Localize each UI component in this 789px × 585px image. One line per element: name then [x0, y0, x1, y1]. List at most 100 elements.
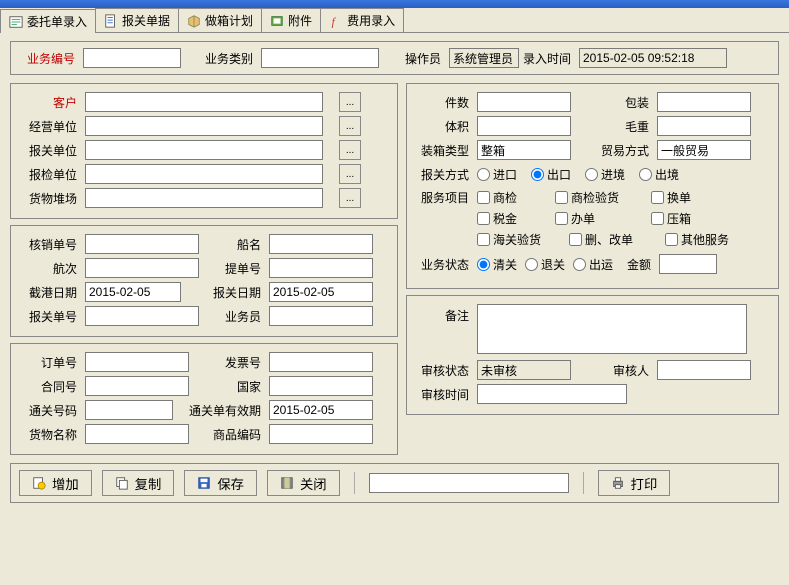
bl-no-input[interactable] [269, 258, 373, 278]
declare-no-input[interactable] [85, 306, 199, 326]
cutoff-date-input[interactable] [85, 282, 181, 302]
contract-no-label: 合同号 [19, 378, 81, 395]
order-no-input[interactable] [85, 352, 189, 372]
toolbar-separator [583, 472, 584, 494]
close-icon [280, 476, 294, 490]
package-input[interactable] [657, 92, 751, 112]
declare-date-input[interactable] [269, 282, 373, 302]
copy-icon [115, 476, 129, 490]
declare-date-label: 报关日期 [185, 284, 265, 301]
contract-no-input[interactable] [85, 376, 189, 396]
clearance-no-input[interactable] [85, 400, 173, 420]
print-button[interactable]: 打印 [598, 470, 671, 496]
service-commodity-check[interactable]: 商检验货 [555, 189, 637, 206]
audit-time-label: 审核时间 [415, 386, 473, 403]
pieces-input[interactable] [477, 92, 571, 112]
invoice-no-input[interactable] [269, 352, 373, 372]
save-button[interactable]: 保存 [184, 470, 257, 496]
header-strip: 业务编号 业务类别 操作员 系统管理员 录入时间 2015-02-05 09:5… [10, 41, 779, 75]
service-label: 服务项目 [415, 189, 473, 206]
bl-no-label: 提单号 [203, 260, 265, 277]
shipping-group: 核销单号 船名 航次 提单号 截港日期 报关日期 [10, 225, 398, 337]
remark-input[interactable] [477, 304, 747, 354]
package-label: 包装 [575, 94, 653, 111]
service-tax[interactable]: 税金 [477, 210, 541, 227]
close-button[interactable]: 关闭 [267, 470, 340, 496]
container-type-label: 装箱类型 [415, 142, 473, 159]
clearance-valid-input[interactable] [269, 400, 373, 420]
tab-attachment[interactable]: 附件 [261, 8, 321, 32]
container-type-input[interactable] [477, 140, 571, 160]
country-input[interactable] [269, 376, 373, 396]
service-commodity-inspect[interactable]: 商检 [477, 189, 541, 206]
toolbar-separator [354, 472, 355, 494]
customer-label: 客户 [19, 94, 81, 111]
biz-no-input[interactable] [83, 48, 181, 68]
hs-code-input[interactable] [269, 424, 373, 444]
declare-mode-import[interactable]: 进口 [477, 166, 517, 183]
amount-input[interactable] [659, 254, 717, 274]
operating-unit-lookup[interactable]: ... [339, 116, 361, 136]
service-exchange[interactable]: 换单 [651, 189, 691, 206]
operator-label: 操作员 [383, 50, 445, 67]
tab-container-plan[interactable]: 做箱计划 [178, 8, 262, 32]
biz-status-ship[interactable]: 出运 [573, 256, 613, 273]
biz-status-return[interactable]: 退关 [525, 256, 565, 273]
tabbar: 委托单录入 报关单据 做箱计划 附件 f 费用录入 [0, 8, 789, 33]
goods-name-input[interactable] [85, 424, 189, 444]
biz-status-label: 业务状态 [415, 256, 473, 273]
operating-unit-input[interactable] [85, 116, 323, 136]
declare-no-label: 报关单号 [19, 308, 81, 325]
service-other[interactable]: 其他服务 [665, 231, 729, 248]
cargo-yard-input[interactable] [85, 188, 323, 208]
clerk-input[interactable] [269, 306, 373, 326]
inspect-unit-lookup[interactable]: ... [339, 164, 361, 184]
declare-mode-export[interactable]: 出口 [531, 166, 571, 183]
doc-icon [104, 14, 118, 28]
service-press-box[interactable]: 压箱 [651, 210, 691, 227]
tab-fee-entry[interactable]: f 费用录入 [320, 8, 404, 32]
cargo-yard-lookup[interactable]: ... [339, 188, 361, 208]
cargo-group: 件数 包装 体积 毛重 装箱类型 贸易方式 [406, 83, 779, 289]
customer-input[interactable] [85, 92, 323, 112]
save-icon [197, 476, 211, 490]
copy-button[interactable]: 复制 [102, 470, 175, 496]
customer-lookup[interactable]: ... [339, 92, 361, 112]
toolbar-search-input[interactable] [369, 473, 569, 493]
biz-no-label: 业务编号 [19, 50, 79, 67]
customs-unit-input[interactable] [85, 140, 323, 160]
verify-no-input[interactable] [85, 234, 199, 254]
voyage-input[interactable] [85, 258, 199, 278]
tab-customs-doc[interactable]: 报关单据 [95, 8, 179, 32]
audit-time-input[interactable] [477, 384, 627, 404]
operator-value: 系统管理员 [449, 48, 519, 68]
inspect-unit-input[interactable] [85, 164, 323, 184]
goods-name-label: 货物名称 [19, 426, 81, 443]
customs-unit-lookup[interactable]: ... [339, 140, 361, 160]
tab-label: 做箱计划 [205, 12, 253, 29]
declare-mode-inbound[interactable]: 进境 [585, 166, 625, 183]
ship-name-input[interactable] [269, 234, 373, 254]
entry-time-value: 2015-02-05 09:52:18 [579, 48, 727, 68]
hs-code-label: 商品编码 [193, 426, 265, 443]
biz-type-label: 业务类别 [185, 50, 257, 67]
biz-status-clear[interactable]: 清关 [477, 256, 517, 273]
fee-icon: f [329, 14, 343, 28]
tab-label: 费用录入 [347, 12, 395, 29]
service-doc[interactable]: 办单 [555, 210, 637, 227]
new-icon [32, 476, 46, 490]
service-amend[interactable]: 删、改单 [569, 231, 651, 248]
volume-input[interactable] [477, 116, 571, 136]
gross-input[interactable] [657, 116, 751, 136]
declare-mode-outbound[interactable]: 出境 [639, 166, 679, 183]
biz-type-input[interactable] [261, 48, 379, 68]
order-group: 订单号 发票号 合同号 国家 通关号码 通关单有效期 [10, 343, 398, 455]
add-button[interactable]: 增加 [19, 470, 92, 496]
amount-label: 金额 [621, 256, 655, 273]
attach-icon [270, 14, 284, 28]
auditor-label: 审核人 [575, 362, 653, 379]
auditor-input[interactable] [657, 360, 751, 380]
service-customs-check[interactable]: 海关验货 [477, 231, 555, 248]
tab-entrust-entry[interactable]: 委托单录入 [0, 9, 96, 33]
trade-mode-input[interactable] [657, 140, 751, 160]
